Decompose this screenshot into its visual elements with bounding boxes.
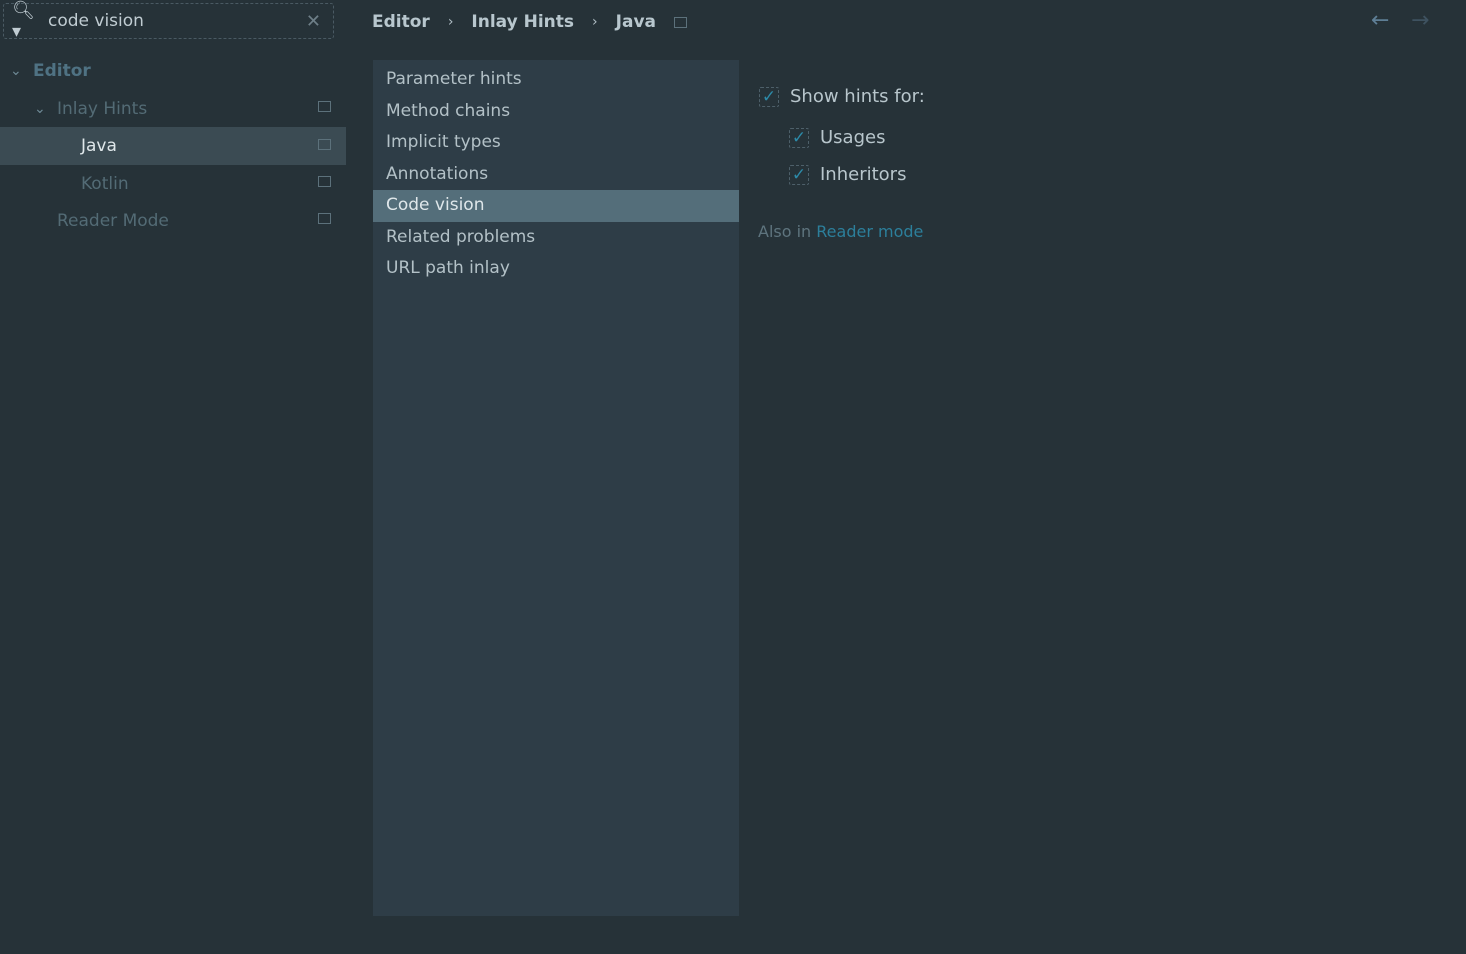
list-item[interactable]: Method chains [373,96,739,128]
tree-label: Java [81,136,117,156]
checkbox-label: Show hints for: [790,86,925,107]
list-item[interactable]: Annotations [373,159,739,191]
check-icon[interactable]: ✓ [789,127,809,148]
checkbox-label: Inheritors [820,164,907,185]
clear-icon[interactable]: ✕ [306,11,321,32]
list-item-selected[interactable]: Code vision [373,190,739,222]
back-arrow-icon[interactable]: ← [1371,8,1389,33]
tree-label: Kotlin [81,174,129,194]
hint-type-list: Parameter hints Method chains Implicit t… [373,60,739,916]
checkbox-label: Usages [820,127,886,148]
tree-label: Inlay Hints [57,99,148,119]
project-settings-icon [318,176,331,187]
reader-mode-link[interactable]: Reader mode [816,222,923,241]
breadcrumb: Editor › Inlay Hints › Java [372,12,687,32]
chevron-down-icon[interactable]: ⌄ [10,63,22,79]
search-icon[interactable]: 🔍︎▾ [12,0,40,42]
project-settings-icon [318,213,331,224]
tree-label: Reader Mode [57,211,169,231]
chevron-right-icon: › [447,14,454,30]
search-field[interactable]: 🔍︎▾ ✕ [3,0,334,42]
breadcrumb-inlay-hints[interactable]: Inlay Hints [471,12,574,32]
search-input[interactable] [48,11,298,31]
forward-arrow-icon[interactable]: → [1411,8,1429,33]
tree-item-java[interactable]: Java [0,127,346,165]
breadcrumb-java: Java [615,12,656,32]
tree-item-reader-mode[interactable]: Reader Mode [0,202,346,240]
list-item[interactable]: URL path inlay [373,253,739,285]
project-settings-icon [318,139,331,150]
list-item[interactable]: Implicit types [373,127,739,159]
project-settings-icon [674,16,687,28]
tree-item-kotlin[interactable]: Kotlin [0,165,346,203]
breadcrumb-editor[interactable]: Editor [372,12,430,32]
project-settings-icon [318,101,331,112]
also-prefix: Also in [758,222,812,241]
tree-label: Editor [33,61,91,81]
list-item[interactable]: Parameter hints [373,64,739,96]
tree-item-editor[interactable]: ⌄ Editor [0,52,346,90]
inheritors-checkbox[interactable]: ✓ Inheritors [789,164,906,185]
check-icon[interactable]: ✓ [759,86,779,107]
check-icon[interactable]: ✓ [789,164,809,185]
list-item[interactable]: Related problems [373,222,739,254]
show-hints-checkbox[interactable]: ✓ Show hints for: [759,86,925,107]
usages-checkbox[interactable]: ✓ Usages [789,127,885,148]
chevron-right-icon: › [592,14,598,30]
tree-item-inlay-hints[interactable]: ⌄ Inlay Hints [0,90,346,128]
chevron-down-icon[interactable]: ⌄ [34,101,46,117]
also-in-note: Also in Reader mode [758,222,923,241]
